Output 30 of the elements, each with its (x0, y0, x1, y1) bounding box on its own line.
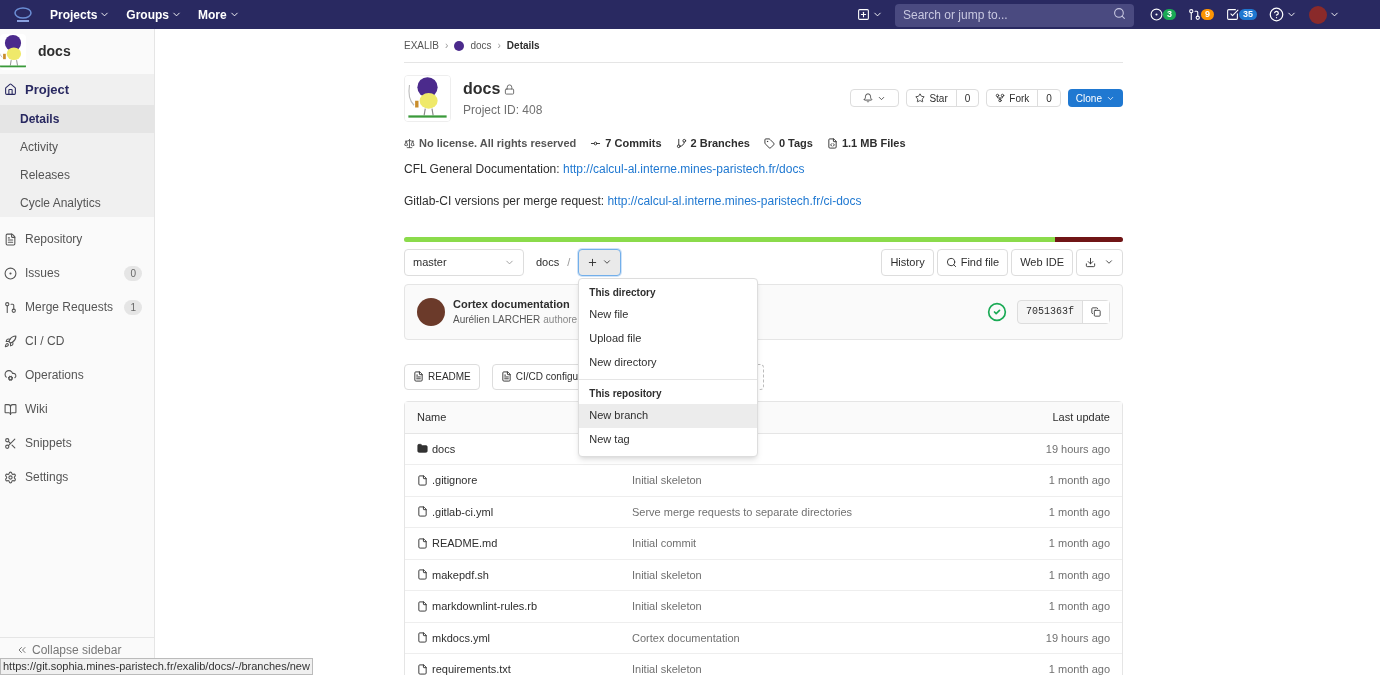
update-time: 19 hours ago (1045, 630, 1110, 646)
count-badge: 3 (1162, 9, 1176, 20)
update-time: 19 hours ago (1045, 441, 1110, 457)
update-time: 1 month ago (1048, 599, 1110, 614)
commit-sha: 7051363f (1025, 305, 1075, 319)
update-time: 1 month ago (1048, 536, 1110, 551)
breadcrumb-separator: › (497, 39, 501, 53)
star-count: 0 (955, 90, 979, 106)
fork-count: 0 (1037, 90, 1060, 106)
project-name: docs (38, 42, 71, 61)
status-url: https://git.sophia.mines-paristech.fr/exalib/docs/-/branches/new (0, 658, 313, 675)
dropdown-header: This directory (588, 286, 657, 300)
description-text: CFL General Documentation: http://calcul-al.interne.mines-paristech.fr/docs (404, 160, 806, 178)
project-title: docs (463, 79, 501, 99)
breadcrumb-separator: › (445, 39, 449, 53)
update-time: 1 month ago (1048, 473, 1110, 488)
dropdown-header: This repository (588, 387, 663, 401)
project-id: Project ID: 408 (463, 103, 543, 117)
count-badge: 9 (1200, 9, 1214, 20)
commit-meta: authore (543, 313, 578, 328)
count-badge: 35 (1239, 9, 1257, 20)
update-time: 1 month ago (1048, 567, 1110, 583)
path-separator: / (567, 254, 571, 270)
column-header: Last update (1052, 409, 1110, 425)
update-time: 1 month ago (1048, 504, 1110, 520)
count-badge: 1 (124, 299, 142, 315)
count-badge: 0 (124, 265, 142, 281)
update-time: 1 month ago (1048, 662, 1110, 675)
column-header: Name (417, 409, 447, 425)
description-text: Gitlab-CI versions per merge request: http://calcul-al.interne.mines-paristech.fr/ci-docs (404, 192, 863, 210)
